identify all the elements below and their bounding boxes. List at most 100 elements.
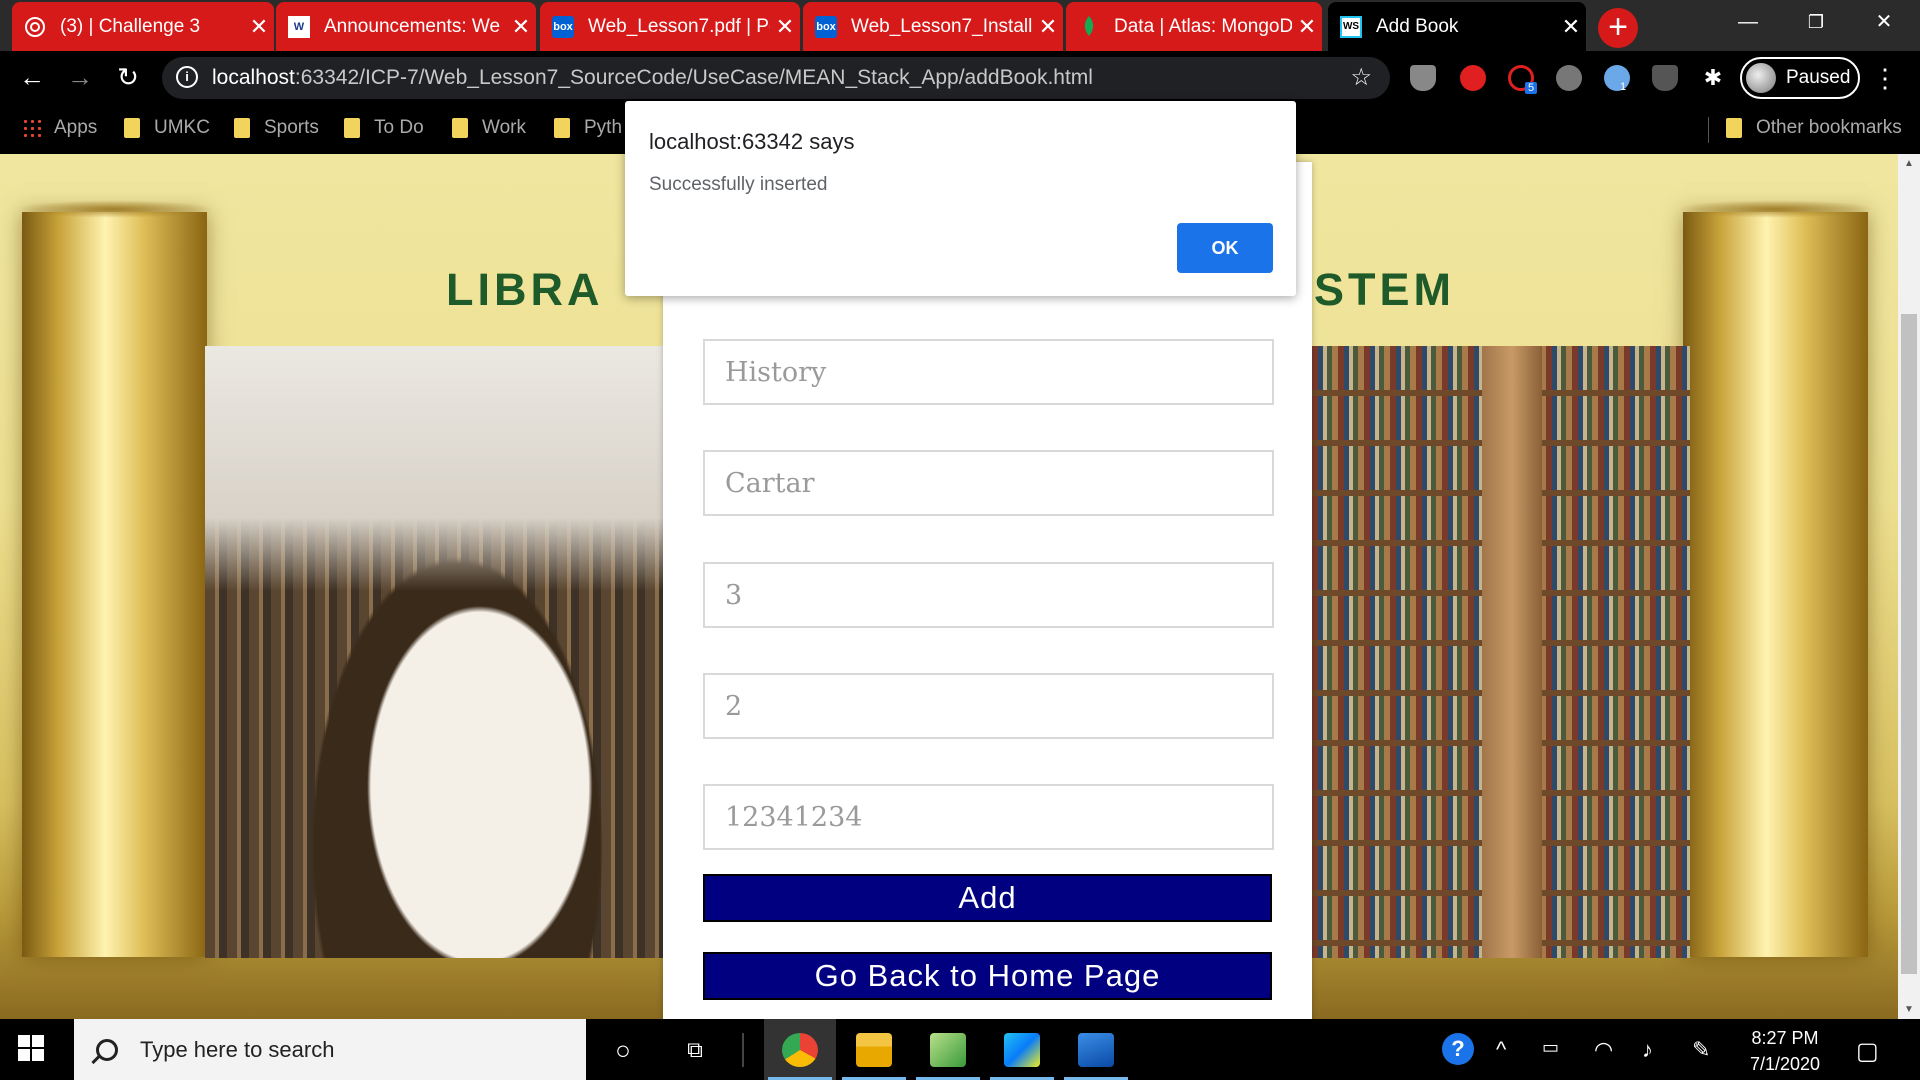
bookmark-label: To Do [374, 117, 424, 138]
battery-icon[interactable]: ▭ [1542, 1037, 1559, 1058]
vpn-extension-icon[interactable] [1556, 65, 1582, 91]
isbn-field[interactable] [703, 784, 1274, 850]
bookmark-label: Apps [54, 117, 98, 138]
close-icon[interactable]: ✕ [1556, 14, 1586, 40]
bookmark-sports[interactable]: Sports [234, 117, 319, 139]
home-page-button[interactable]: Go Back to Home Page [703, 952, 1272, 1000]
clock-time: 8:27 PM [1751, 1028, 1819, 1048]
copies-field[interactable] [703, 562, 1274, 628]
extensions-puzzle-icon[interactable]: ✱ [1700, 65, 1726, 91]
book-name-field[interactable] [703, 339, 1274, 405]
weather-extension-icon[interactable]: 1 [1604, 65, 1630, 93]
ok-button[interactable]: OK [1177, 223, 1273, 273]
close-icon[interactable]: ✕ [770, 14, 800, 40]
task-view-icon[interactable]: ⧉ [676, 1031, 714, 1069]
url-host: localhost [212, 66, 295, 89]
tab-label: Data | Atlas: MongoD [1114, 15, 1292, 37]
profile-status: Paused [1786, 67, 1851, 88]
page-title-left: LIBRA [446, 264, 604, 315]
folder-icon [234, 118, 250, 138]
box-icon: box [815, 15, 837, 38]
close-icon[interactable]: ✕ [244, 14, 274, 40]
chrome-taskbar-app[interactable] [764, 1019, 836, 1080]
bookmark-label: UMKC [154, 117, 210, 138]
available-field[interactable] [703, 673, 1274, 739]
folder-icon [124, 118, 140, 138]
library-photo-left [205, 346, 663, 958]
tab-label: Announcements: We [324, 15, 501, 37]
profile-button[interactable]: Paused [1740, 57, 1860, 99]
close-icon[interactable]: ✕ [506, 14, 536, 40]
box-icon: box [552, 15, 574, 38]
alert-title: localhost:63342 says [649, 129, 855, 154]
new-tab-button[interactable]: + [1598, 8, 1638, 48]
cortana-icon[interactable]: ○ [604, 1031, 642, 1069]
shield-extension-icon[interactable] [1652, 65, 1678, 91]
notepad-taskbar-app[interactable] [912, 1019, 984, 1080]
tab-add-book[interactable]: WS Add Book ✕ [1328, 2, 1586, 51]
close-window-icon[interactable]: ✕ [1852, 0, 1916, 44]
tab-label: (3) | Challenge 3 [60, 15, 201, 37]
gold-pillar-left [16, 200, 213, 957]
site-info-icon[interactable]: i [176, 66, 198, 88]
taskbar-search[interactable]: Type here to search [74, 1019, 586, 1080]
tab-label: Add Book [1376, 15, 1459, 37]
folder-icon [344, 118, 360, 138]
scrollbar-thumb[interactable] [1901, 314, 1917, 974]
bookmark-umkc[interactable]: UMKC [124, 117, 210, 139]
alert-dialog: localhost:63342 says Successfully insert… [625, 101, 1296, 296]
reload-icon[interactable]: ↻ [110, 59, 146, 95]
wifi-icon[interactable]: ◠ [1594, 1037, 1613, 1063]
bookmark-label: Work [482, 117, 526, 138]
system-clock[interactable]: 8:27 PM 7/1/2020 [1730, 1025, 1840, 1077]
kebab-menu-icon[interactable]: ⋮ [1872, 63, 1898, 94]
webstorm-taskbar-app[interactable] [986, 1019, 1058, 1080]
tab-label: Web_Lesson7_Installa [851, 15, 1033, 37]
alert-message: Successfully inserted [649, 174, 828, 195]
tab-web-lesson7-pdf[interactable]: box Web_Lesson7.pdf | Pc ✕ [540, 2, 800, 51]
add-button[interactable]: Add [703, 874, 1272, 922]
folder-icon [452, 118, 468, 138]
forward-arrow-icon[interactable]: → [62, 59, 98, 95]
volume-icon[interactable]: ♪ [1642, 1037, 1653, 1063]
tab-mongodb-atlas[interactable]: Data | Atlas: MongoD ✕ [1066, 2, 1322, 51]
tab-challenge[interactable]: (3) | Challenge 3 ✕ [12, 2, 274, 51]
help-icon[interactable]: ? [1442, 1033, 1474, 1065]
mongodb-leaf-icon [1078, 15, 1100, 38]
bookmark-apps[interactable]: Apps [22, 117, 97, 139]
taskbar-divider [742, 1033, 744, 1067]
challenge-site-icon [24, 16, 46, 38]
bookmark-other[interactable]: Other bookmarks [1726, 117, 1902, 139]
address-bar[interactable]: i localhost:63342/ICP-7/Web_Lesson7_Sour… [162, 57, 1390, 99]
tab-announcements[interactable]: W Announcements: We ✕ [276, 2, 536, 51]
folder-icon [1726, 118, 1742, 138]
url-text[interactable]: localhost:63342/ICP-7/Web_Lesson7_Source… [212, 66, 1093, 90]
shield-extension-icon[interactable] [1410, 65, 1436, 91]
minimize-icon[interactable]: — [1716, 0, 1780, 44]
bookmark-todo[interactable]: To Do [344, 117, 424, 139]
restore-icon[interactable]: ❐ [1784, 0, 1848, 44]
back-arrow-icon[interactable]: ← [14, 59, 50, 95]
bookmark-work[interactable]: Work [452, 117, 526, 139]
photos-taskbar-app[interactable] [1060, 1019, 1132, 1080]
url-path: :63342/ICP-7/Web_Lesson7_SourceCode/UseC… [294, 66, 1093, 89]
chevron-up-icon[interactable]: ^ [1496, 1037, 1506, 1063]
search-placeholder: Type here to search [140, 1036, 335, 1062]
bookmark-python[interactable]: Pyth [554, 117, 622, 139]
pen-icon[interactable]: ✎ [1692, 1037, 1710, 1063]
scroll-up-icon[interactable]: ▲ [1902, 158, 1916, 169]
tab-web-lesson7-installation[interactable]: box Web_Lesson7_Installa ✕ [803, 2, 1063, 51]
page-scrollbar[interactable]: ▲ ▼ [1898, 154, 1920, 1019]
adblock-extension-icon[interactable] [1460, 65, 1486, 91]
close-icon[interactable]: ✕ [1033, 14, 1063, 40]
windows-start-icon[interactable] [18, 1035, 46, 1063]
folder-icon [856, 1033, 892, 1067]
close-icon[interactable]: ✕ [1292, 14, 1322, 40]
webstorm-icon: WS [1340, 15, 1362, 38]
bookmark-star-icon[interactable]: ☆ [1350, 63, 1372, 92]
author-field[interactable] [703, 450, 1274, 516]
notification-icon[interactable]: ▢ [1856, 1037, 1879, 1066]
tracker-extension-icon[interactable]: 5 [1508, 65, 1538, 94]
scroll-down-icon[interactable]: ▼ [1902, 1004, 1916, 1015]
file-explorer-taskbar-app[interactable] [838, 1019, 910, 1080]
